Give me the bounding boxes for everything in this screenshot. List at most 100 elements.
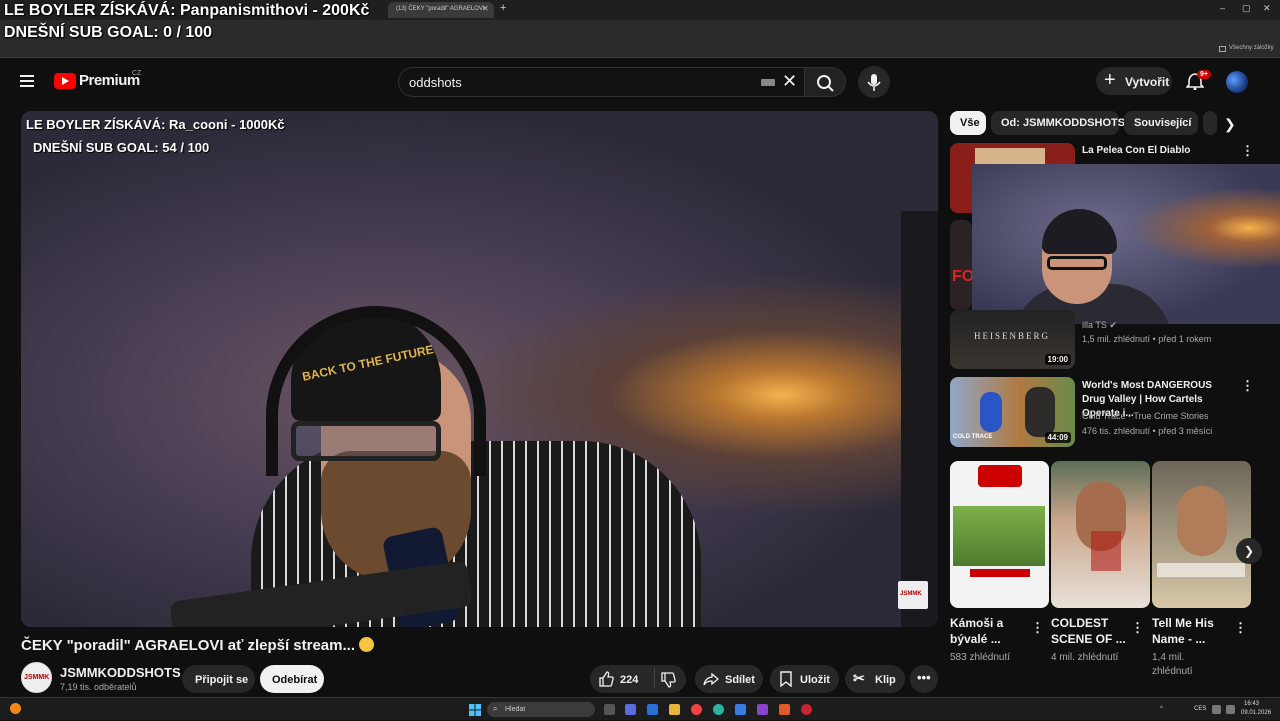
channel-watermark-icon[interactable] xyxy=(898,581,928,609)
clip-button[interactable]: ✂ Klip xyxy=(845,665,905,693)
short-options-icon[interactable]: ⋮ xyxy=(1131,620,1144,636)
thumbnail-text: HEISENBERG xyxy=(974,331,1050,341)
short-card-2[interactable] xyxy=(1051,461,1150,608)
volume-icon[interactable] xyxy=(1226,705,1235,714)
webcam-cap xyxy=(1042,209,1117,254)
youtube-logo-icon[interactable] xyxy=(54,73,76,89)
channel-name[interactable]: JSMMKODDSHOTS xyxy=(60,665,181,680)
scissors-icon: ✂ xyxy=(853,670,865,686)
save-button[interactable]: Uložit xyxy=(770,665,839,693)
more-actions-button[interactable]: ••• xyxy=(910,665,938,693)
browser-tab-active[interactable]: (13) ČEKY "poradil" AGRAELOVI xyxy=(388,2,494,18)
clear-search-icon[interactable]: ✕ xyxy=(782,71,797,92)
windows-start-icon[interactable] xyxy=(469,703,481,716)
video-options-icon[interactable]: ⋮ xyxy=(1241,143,1254,159)
related-video-thumbnail-partial[interactable]: FO xyxy=(950,220,972,310)
short-views-line: zhlédnutí xyxy=(1152,666,1193,677)
short-options-icon[interactable]: ⋮ xyxy=(1234,620,1247,636)
glasses xyxy=(291,421,441,461)
thumbnail-figure-blue xyxy=(980,392,1002,432)
task-view-icon[interactable] xyxy=(604,704,615,715)
new-tab-icon[interactable]: + xyxy=(500,2,506,14)
more-horizontal-icon: ••• xyxy=(917,670,931,685)
hamburger-menu-icon[interactable] xyxy=(20,75,34,87)
taskbar-search[interactable]: ⌕ Hledat xyxy=(487,702,595,717)
search-input-value: oddshots xyxy=(409,75,462,90)
app-icon[interactable] xyxy=(757,704,768,715)
tray-chevron-icon[interactable]: ^ xyxy=(1160,706,1163,712)
subscribe-button[interactable]: Odebírat xyxy=(260,665,324,693)
in-video-donation-text: LE BOYLER ZÍSKÁVÁ: Ra_cooni - 1000Kč xyxy=(26,117,285,132)
webcam-overlay xyxy=(972,164,1280,324)
short-title-line: bývalé ... xyxy=(950,632,1001,646)
notification-count-badge: 9+ xyxy=(1197,70,1211,79)
related-video-thumbnail-2[interactable]: HEISENBERG 19:00 xyxy=(950,310,1075,369)
create-button[interactable]: + Vytvořit xyxy=(1096,67,1172,95)
clock-date[interactable]: 09.01.2026 xyxy=(1241,710,1271,716)
weather-icon[interactable] xyxy=(10,703,21,714)
app-icon[interactable] xyxy=(801,704,812,715)
keyboard-icon[interactable] xyxy=(761,79,775,86)
share-button[interactable]: Sdílet xyxy=(695,665,763,693)
short-views-2: 4 mil. zhlédnutí xyxy=(1051,652,1119,663)
thumbnail-figure-man xyxy=(1025,387,1055,437)
short-face xyxy=(1177,486,1227,556)
thumbs-down-icon[interactable] xyxy=(660,672,676,688)
short-caption-bar xyxy=(970,569,1030,577)
like-count[interactable]: 224 xyxy=(620,674,638,686)
related-video-thumbnail-3[interactable]: COLD TRACE 44:09 xyxy=(950,377,1075,447)
short-card-1[interactable] xyxy=(950,461,1049,608)
chrome-icon[interactable] xyxy=(691,704,702,715)
related-video-channel-3: Cold Trace - True Crime Stories xyxy=(1082,411,1209,421)
chip-more[interactable] xyxy=(1203,111,1217,135)
app-icon[interactable] xyxy=(779,704,790,715)
user-avatar[interactable] xyxy=(1226,71,1248,93)
maximize-icon[interactable]: ▢ xyxy=(1242,3,1251,14)
create-label: Vytvořit xyxy=(1125,75,1170,89)
channel-avatar[interactable] xyxy=(21,662,52,693)
edge-icon[interactable] xyxy=(713,704,724,715)
video-options-icon[interactable]: ⋮ xyxy=(1241,378,1254,394)
youtube-premium-brand[interactable]: Premium xyxy=(79,72,140,89)
short-title-2[interactable]: COLDEST SCENE OF ... xyxy=(1051,615,1126,647)
related-video-channel-2: illa TS ✔ xyxy=(1082,320,1117,331)
chevron-right-icon[interactable]: ❯ xyxy=(1224,116,1236,133)
search-input[interactable]: oddshots ✕ xyxy=(398,67,806,97)
app-icon[interactable] xyxy=(647,704,658,715)
language-indicator[interactable]: CES xyxy=(1194,706,1206,712)
search-button[interactable] xyxy=(804,67,846,97)
voice-search-button[interactable] xyxy=(858,66,890,98)
short-title-1[interactable]: Kámoši a bývalé ... xyxy=(950,615,1003,647)
widgets-icon[interactable] xyxy=(625,704,636,715)
short-card-3[interactable] xyxy=(1152,461,1251,608)
short-options-icon[interactable]: ⋮ xyxy=(1031,620,1044,636)
window-close-icon[interactable]: ✕ xyxy=(1263,3,1271,14)
shorts-next-button[interactable]: ❯ xyxy=(1236,538,1262,564)
clock-time[interactable]: 16:43 xyxy=(1244,701,1259,707)
chip-related[interactable]: Související xyxy=(1124,111,1198,135)
search-icon xyxy=(817,75,834,92)
chip-from-channel[interactable]: Od: JSMMKODDSHOTS xyxy=(991,111,1125,135)
channel-logo-badge xyxy=(978,465,1022,487)
search-icon: ⌕ xyxy=(493,704,498,713)
in-video-sub-goal-text: DNEŠNÍ SUB GOAL: 54 / 100 xyxy=(33,140,210,155)
app-icon[interactable] xyxy=(735,704,746,715)
tab-close-icon[interactable]: ✕ xyxy=(482,4,489,13)
all-bookmarks-label[interactable]: Všechny záložky xyxy=(1229,45,1274,51)
browser-tab-title: (13) ČEKY "poradil" AGRAELOVI xyxy=(396,6,485,12)
video-player[interactable]: BACK TO THE FUTURE LE BOYLER ZÍSKÁVÁ: Ra… xyxy=(21,111,938,627)
taskbar-search-placeholder: Hledat xyxy=(505,706,526,713)
thumbs-up-icon[interactable] xyxy=(598,671,614,687)
minimize-icon[interactable]: – xyxy=(1220,3,1225,13)
related-video-title-1[interactable]: La Pelea Con El Diablo xyxy=(1082,144,1232,158)
clip-label: Klip xyxy=(875,674,896,686)
webcam-glasses xyxy=(1047,256,1107,270)
short-title-3[interactable]: Tell Me His Name - ... xyxy=(1152,615,1214,647)
wifi-icon[interactable] xyxy=(1212,705,1221,714)
join-button[interactable]: Připojit se xyxy=(182,665,255,693)
chip-all[interactable]: Vše xyxy=(950,111,986,135)
sub-goal-overlay: DNEŠNÍ SUB GOAL: 0 / 100 xyxy=(4,24,213,41)
short-title-line: Name - ... xyxy=(1152,632,1206,646)
file-explorer-icon[interactable] xyxy=(669,704,680,715)
short-views-line: 1,4 mil. xyxy=(1152,652,1185,663)
